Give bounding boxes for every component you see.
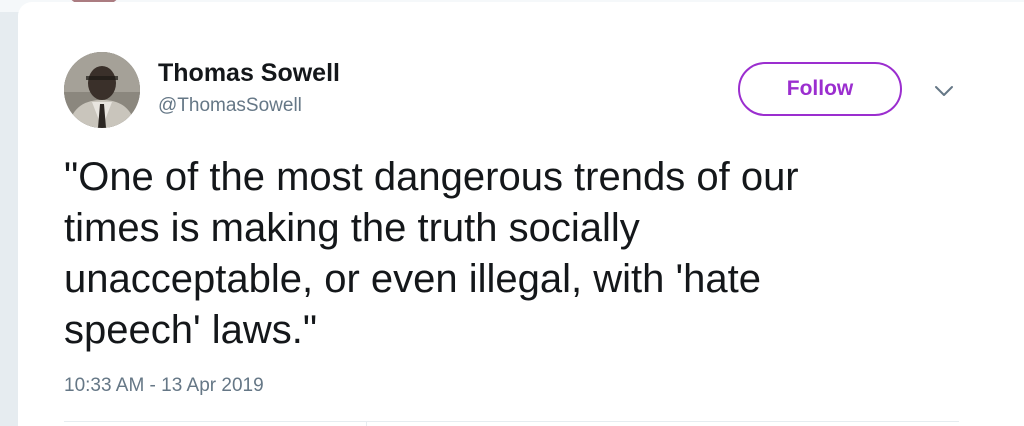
chevron-down-icon	[935, 86, 953, 96]
author-handle[interactable]: @ThomasSowell	[158, 95, 302, 117]
avatar[interactable]	[64, 52, 140, 128]
divider-tick	[366, 421, 367, 426]
avatar-photo-icon	[64, 52, 140, 128]
tweet-timestamp[interactable]: 10:33 AM - 13 Apr 2019	[64, 375, 264, 397]
divider	[64, 421, 959, 422]
tweet-menu-button[interactable]	[930, 80, 958, 102]
tweet-card: Thomas Sowell @ThomasSowell Follow "One …	[18, 2, 1024, 426]
tweet-text: "One of the most dangerous trends of our…	[64, 155, 799, 352]
follow-button[interactable]: Follow	[738, 62, 902, 116]
author-name[interactable]: Thomas Sowell	[158, 59, 340, 88]
tweet-screenshot: Thomas Sowell @ThomasSowell Follow "One …	[0, 0, 1024, 426]
